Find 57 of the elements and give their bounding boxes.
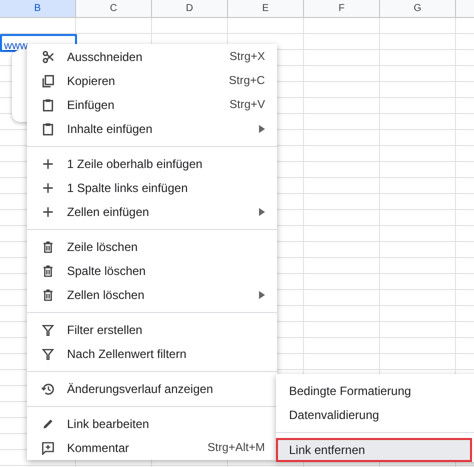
menu-item-label: Zeile löschen: [67, 240, 139, 254]
menu-item[interactable]: Zellen einfügen: [27, 200, 277, 224]
menu-item[interactable]: Änderungsverlauf anzeigen: [27, 377, 277, 401]
menu-item-label: Filter erstellen: [67, 323, 144, 337]
shortcut-label: Strg+C: [228, 75, 265, 87]
column-header[interactable]: F: [304, 0, 380, 17]
menu-item[interactable]: Zellen löschen: [27, 283, 277, 307]
comment-icon: [41, 441, 55, 455]
menu-item[interactable]: 1 Spalte links einfügen: [27, 176, 277, 200]
scissors-icon: [41, 50, 55, 64]
menu-item[interactable]: Nach Zellenwert filtern: [27, 342, 277, 366]
plus-icon: [41, 181, 55, 195]
menu-item-label: Einfügen: [67, 98, 116, 112]
trash-icon: [41, 264, 55, 278]
clipboard-icon: [41, 122, 55, 136]
plus-icon: [41, 205, 55, 219]
menu-item[interactable]: Link bearbeiten: [27, 412, 277, 436]
menu-item[interactable]: Link entfernen: [276, 438, 472, 462]
menu-item[interactable]: Bedingte Formatierung: [276, 379, 472, 403]
shortcut-label: Strg+V: [230, 99, 265, 111]
menu-item-label: 1 Zeile oberhalb einfügen: [67, 157, 204, 171]
trash-icon: [41, 240, 55, 254]
menu-item[interactable]: Datenvalidierung: [276, 403, 472, 427]
menu-item-label: Zellen einfügen: [67, 205, 150, 219]
menu-item-label: Inhalte einfügen: [67, 122, 154, 136]
column-header[interactable]: G: [380, 0, 456, 17]
menu-item-label: Ausschneiden: [67, 50, 144, 64]
trash-icon: [41, 288, 55, 302]
filter-icon: [41, 323, 55, 337]
menu-item-label: Link bearbeiten: [67, 417, 150, 431]
shortcut-label: Strg+X: [230, 51, 265, 63]
menu-item[interactable]: Spalte löschen: [27, 259, 277, 283]
menu-item-label: Kopieren: [67, 74, 116, 88]
history-icon: [41, 382, 55, 396]
clipboard-icon: [41, 98, 55, 112]
menu-item[interactable]: Einfügen Strg+V: [27, 93, 277, 117]
menu-item-label: Änderungsverlauf anzeigen: [67, 382, 214, 396]
column-header[interactable]: B: [0, 0, 76, 17]
menu-item[interactable]: Zeile löschen: [27, 235, 277, 259]
menu-item-label: Zellen löschen: [67, 288, 146, 302]
column-header[interactable]: D: [152, 0, 228, 17]
filter-icon: [41, 347, 55, 361]
menu-item[interactable]: Kopieren Strg+C: [27, 69, 277, 93]
shortcut-label: Strg+Alt+M: [207, 442, 265, 454]
menu-item-label: Spalte löschen: [67, 264, 147, 278]
menu-item[interactable]: Kommentar Strg+Alt+M: [27, 436, 277, 460]
copy-icon: [41, 74, 55, 88]
plus-icon: [41, 157, 55, 171]
menu-item-label: 1 Spalte links einfügen: [67, 181, 189, 195]
column-header[interactable]: E: [228, 0, 304, 17]
menu-item-label: Nach Zellenwert filtern: [67, 347, 188, 361]
column-header[interactable]: C: [76, 0, 152, 17]
menu-item[interactable]: 1 Zeile oberhalb einfügen: [27, 152, 277, 176]
pencil-icon: [41, 417, 55, 431]
menu-item-label: Kommentar: [67, 441, 130, 455]
menu-item[interactable]: Filter erstellen: [27, 318, 277, 342]
menu-item[interactable]: Inhalte einfügen: [27, 117, 277, 141]
